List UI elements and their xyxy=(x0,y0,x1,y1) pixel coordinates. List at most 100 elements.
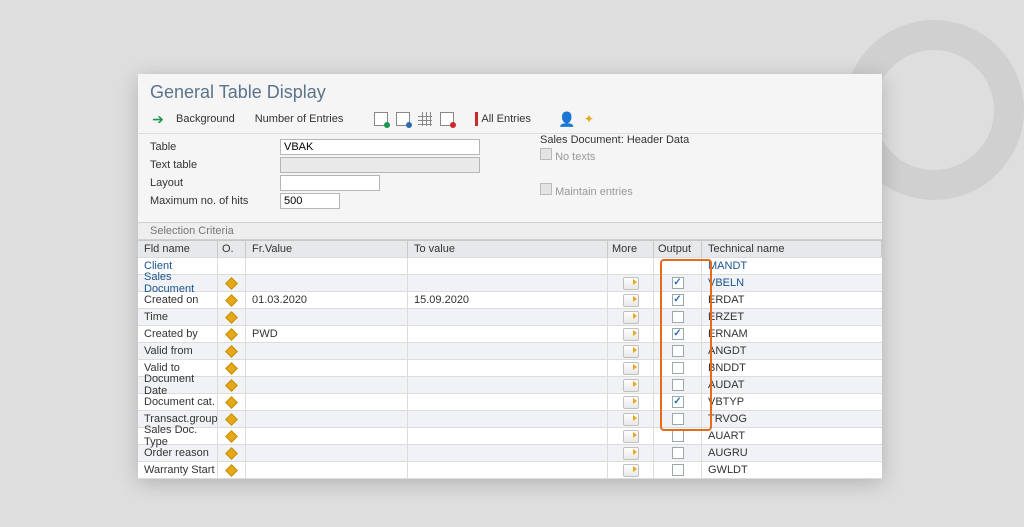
cell-operator[interactable] xyxy=(218,462,246,478)
cell-operator[interactable] xyxy=(218,343,246,359)
where-used-icon[interactable]: ✦ xyxy=(581,111,597,127)
cell-to[interactable] xyxy=(408,462,608,478)
cell-more[interactable] xyxy=(608,292,654,308)
more-button-icon[interactable] xyxy=(623,277,639,290)
diamond-icon[interactable] xyxy=(225,413,238,426)
cell-output[interactable] xyxy=(654,394,702,410)
cell-from[interactable] xyxy=(246,309,408,325)
output-checkbox[interactable] xyxy=(672,430,684,442)
cell-to[interactable] xyxy=(408,326,608,342)
cell-fldname[interactable]: Sales Document xyxy=(138,275,218,291)
cell-operator[interactable] xyxy=(218,275,246,291)
cell-to[interactable] xyxy=(408,343,608,359)
cell-operator[interactable] xyxy=(218,377,246,393)
cell-to[interactable] xyxy=(408,275,608,291)
diamond-icon[interactable] xyxy=(225,464,238,477)
cell-from[interactable] xyxy=(246,428,408,444)
cell-more[interactable] xyxy=(608,394,654,410)
background-button[interactable]: Background xyxy=(172,113,245,125)
diamond-icon[interactable] xyxy=(225,430,238,443)
cell-more[interactable] xyxy=(608,360,654,376)
cell-from[interactable] xyxy=(246,377,408,393)
entries-button[interactable]: Number of Entries xyxy=(251,113,354,125)
cell-more[interactable] xyxy=(608,428,654,444)
cell-output[interactable] xyxy=(654,360,702,376)
cell-from[interactable] xyxy=(246,343,408,359)
diamond-icon[interactable] xyxy=(225,379,238,392)
output-checkbox[interactable] xyxy=(672,277,684,289)
cell-from[interactable] xyxy=(246,360,408,376)
cell-to[interactable] xyxy=(408,411,608,427)
cell-operator[interactable] xyxy=(218,326,246,342)
cell-to[interactable] xyxy=(408,258,608,274)
output-checkbox[interactable] xyxy=(672,413,684,425)
cell-output[interactable] xyxy=(654,445,702,461)
user-icon[interactable]: 👤 xyxy=(559,111,575,127)
cell-more[interactable] xyxy=(608,309,654,325)
cell-more[interactable] xyxy=(608,275,654,291)
table-input[interactable] xyxy=(280,139,480,155)
diamond-icon[interactable] xyxy=(225,362,238,375)
cell-to[interactable]: 15.09.2020 xyxy=(408,292,608,308)
diamond-icon[interactable] xyxy=(225,311,238,324)
cell-operator[interactable] xyxy=(218,411,246,427)
variant-save-icon[interactable] xyxy=(395,111,411,127)
more-button-icon[interactable] xyxy=(623,447,639,460)
more-button-icon[interactable] xyxy=(623,294,639,307)
cell-to[interactable] xyxy=(408,309,608,325)
all-entries-button[interactable]: All Entries xyxy=(475,112,531,126)
cell-more[interactable] xyxy=(608,343,654,359)
layout-input[interactable] xyxy=(280,175,380,191)
cell-from[interactable] xyxy=(246,462,408,478)
cell-output[interactable] xyxy=(654,309,702,325)
cell-from[interactable] xyxy=(246,445,408,461)
more-button-icon[interactable] xyxy=(623,345,639,358)
cell-to[interactable] xyxy=(408,394,608,410)
output-checkbox[interactable] xyxy=(672,328,684,340)
more-button-icon[interactable] xyxy=(623,413,639,426)
output-checkbox[interactable] xyxy=(672,311,684,323)
cell-output[interactable] xyxy=(654,377,702,393)
diamond-icon[interactable] xyxy=(225,277,238,290)
cell-more[interactable] xyxy=(608,377,654,393)
cell-output[interactable] xyxy=(654,411,702,427)
output-checkbox[interactable] xyxy=(672,396,684,408)
cell-to[interactable] xyxy=(408,377,608,393)
output-checkbox[interactable] xyxy=(672,379,684,391)
cell-operator[interactable] xyxy=(218,445,246,461)
diamond-icon[interactable] xyxy=(225,294,238,307)
more-button-icon[interactable] xyxy=(623,464,639,477)
cell-operator[interactable] xyxy=(218,394,246,410)
cell-from[interactable] xyxy=(246,411,408,427)
cell-operator[interactable] xyxy=(218,292,246,308)
cell-to[interactable] xyxy=(408,360,608,376)
output-checkbox[interactable] xyxy=(672,447,684,459)
cell-output[interactable] xyxy=(654,275,702,291)
output-checkbox[interactable] xyxy=(672,362,684,374)
cell-more[interactable] xyxy=(608,462,654,478)
cell-more[interactable] xyxy=(608,445,654,461)
cell-from[interactable]: PWD xyxy=(246,326,408,342)
output-checkbox[interactable] xyxy=(672,345,684,357)
cell-from[interactable]: 01.03.2020 xyxy=(246,292,408,308)
diamond-icon[interactable] xyxy=(225,345,238,358)
delete-icon[interactable] xyxy=(439,111,455,127)
variant-get-icon[interactable] xyxy=(373,111,389,127)
cell-to[interactable] xyxy=(408,445,608,461)
diamond-icon[interactable] xyxy=(225,396,238,409)
diamond-icon[interactable] xyxy=(225,447,238,460)
more-button-icon[interactable] xyxy=(623,311,639,324)
cell-from[interactable] xyxy=(246,275,408,291)
more-button-icon[interactable] xyxy=(623,362,639,375)
cell-to[interactable] xyxy=(408,428,608,444)
cell-operator[interactable] xyxy=(218,309,246,325)
spreadsheet-icon[interactable] xyxy=(417,111,433,127)
cell-output[interactable] xyxy=(654,326,702,342)
cell-operator[interactable] xyxy=(218,428,246,444)
cell-operator[interactable] xyxy=(218,360,246,376)
more-button-icon[interactable] xyxy=(623,328,639,341)
cell-more[interactable] xyxy=(608,411,654,427)
more-button-icon[interactable] xyxy=(623,396,639,409)
output-checkbox[interactable] xyxy=(672,294,684,306)
cell-output[interactable] xyxy=(654,292,702,308)
